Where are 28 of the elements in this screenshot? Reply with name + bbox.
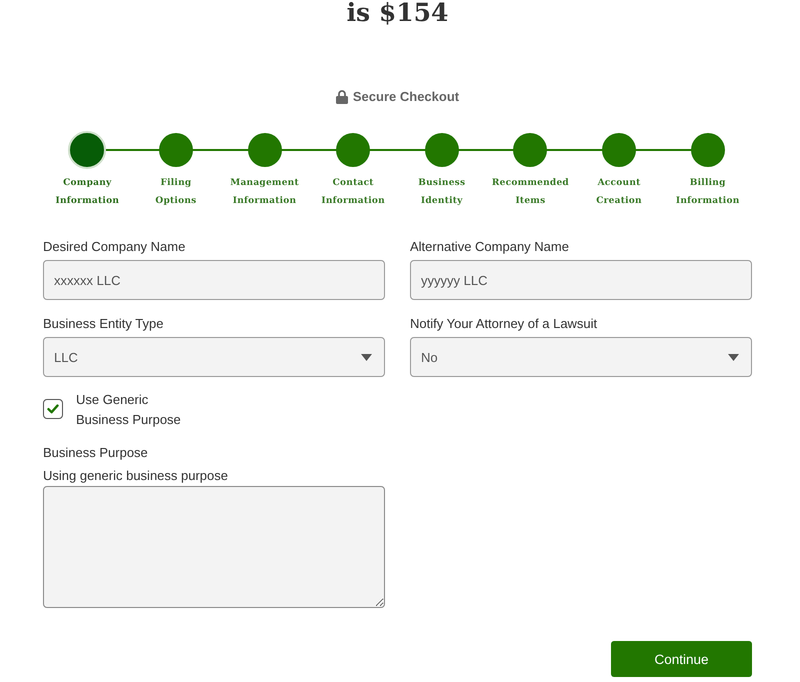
checkbox-label: Use Generic Business Purpose [76,391,182,429]
step-label: Contact Information [321,177,385,208]
caret-icon [728,354,739,360]
field-label: Notify Your Attorney of a Lawsuit [410,315,598,332]
secure-checkout-label: Secure Checkout [352,88,460,106]
text-field[interactable]: xxxxxx LLC [43,260,385,300]
dropdown-select[interactable]: No [410,337,752,377]
lock-icon [336,90,348,104]
field-label: Business Purpose [43,444,149,461]
dropdown-select[interactable]: LLC [43,337,385,377]
step-label: Recommended Items [492,177,569,208]
field-label: Business Entity Type [43,315,164,332]
business-purpose-field[interactable] [43,486,385,608]
step-label: Management Information [230,177,299,208]
caret-icon [361,354,372,360]
field-note: Using generic business purpose [43,467,229,484]
price-heading: is $154 [346,0,448,28]
check-icon [47,404,59,414]
text-field[interactable]: yyyyyy LLC [410,260,752,300]
step-label: Business Identity [418,177,466,208]
step-label: Filing Options [155,177,196,208]
field-label: Desired Company Name [43,238,186,255]
checkbox[interactable] [43,399,63,419]
step-label: Billing Information [676,177,740,208]
continue-button[interactable]: Continue [611,641,752,677]
step-label: Account Creation [596,177,642,208]
field-label: Alternative Company Name [410,238,570,255]
step-label: Company Information [56,177,120,208]
